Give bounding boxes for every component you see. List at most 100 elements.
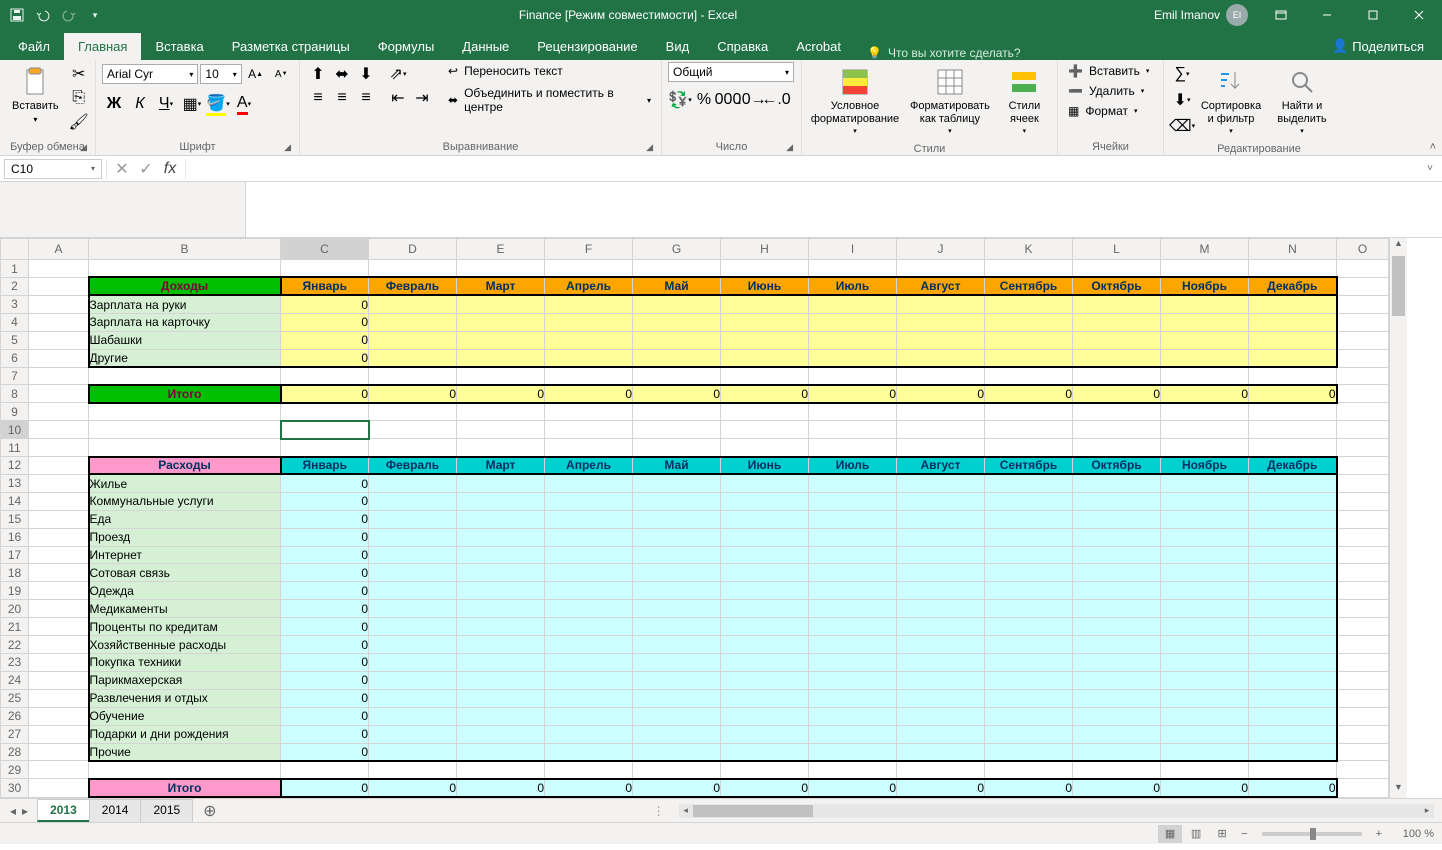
cell-F27[interactable] [545,725,633,743]
cell-I11[interactable] [809,439,897,457]
cell-N27[interactable] [1249,725,1337,743]
row-header-2[interactable]: 2 [1,277,29,295]
cell-I26[interactable] [809,707,897,725]
cell-A20[interactable] [29,600,89,618]
cell-H26[interactable] [721,707,809,725]
cell-I12[interactable]: Июль [809,457,897,475]
cell-B15[interactable]: Еда [89,510,281,528]
select-all-corner[interactable] [1,239,29,260]
cell-M29[interactable] [1161,761,1249,779]
cell-B1[interactable] [89,260,281,278]
save-icon[interactable] [8,6,26,24]
cell-M15[interactable] [1161,510,1249,528]
cell-K2[interactable]: Сентябрь [985,277,1073,295]
cell-K3[interactable] [985,295,1073,313]
cell-E20[interactable] [457,600,545,618]
cell-M5[interactable] [1161,331,1249,349]
cell-M4[interactable] [1161,313,1249,331]
col-header-J[interactable]: J [897,239,985,260]
cell-F30[interactable]: 0 [545,779,633,797]
cell-H7[interactable] [721,367,809,385]
cell-O25[interactable] [1337,689,1389,707]
cell-N22[interactable] [1249,636,1337,654]
cell-I7[interactable] [809,367,897,385]
cell-C14[interactable]: 0 [281,492,369,510]
collapse-ribbon-icon[interactable]: ˄ [1430,141,1436,153]
align-left-icon[interactable]: ≡ [307,87,329,109]
number-launcher-icon[interactable]: ◢ [786,142,793,153]
cell-J4[interactable] [897,313,985,331]
cell-L16[interactable] [1073,528,1161,546]
cell-L3[interactable] [1073,295,1161,313]
cell-O10[interactable] [1337,421,1389,439]
cell-A19[interactable] [29,582,89,600]
cell-K20[interactable] [985,600,1073,618]
cell-C12[interactable]: Январь [281,457,369,475]
tab-home[interactable]: Главная [64,33,141,60]
cell-G2[interactable]: Май [633,277,721,295]
cell-L25[interactable] [1073,689,1161,707]
cell-E26[interactable] [457,707,545,725]
cell-G13[interactable] [633,474,721,492]
cell-E22[interactable] [457,636,545,654]
clipboard-launcher-icon[interactable]: ◢ [80,142,87,153]
cell-F28[interactable] [545,743,633,761]
cell-K28[interactable] [985,743,1073,761]
cell-L30[interactable]: 0 [1073,779,1161,797]
cell-L7[interactable] [1073,367,1161,385]
cell-I17[interactable] [809,546,897,564]
sheet-tab-2015[interactable]: 2015 [140,799,193,822]
cell-O2[interactable] [1337,277,1389,295]
cell-F3[interactable] [545,295,633,313]
cell-H1[interactable] [721,260,809,278]
row-header-29[interactable]: 29 [1,761,29,779]
cell-J17[interactable] [897,546,985,564]
cell-C22[interactable]: 0 [281,636,369,654]
cell-L23[interactable] [1073,654,1161,672]
cell-J14[interactable] [897,492,985,510]
cell-O3[interactable] [1337,295,1389,313]
cell-E5[interactable] [457,331,545,349]
cell-E9[interactable] [457,403,545,421]
cell-J20[interactable] [897,600,985,618]
cell-C26[interactable]: 0 [281,707,369,725]
col-header-L[interactable]: L [1073,239,1161,260]
add-sheet-icon[interactable]: ⊕ [193,801,226,821]
cell-J29[interactable] [897,761,985,779]
cell-E14[interactable] [457,492,545,510]
cell-A21[interactable] [29,618,89,636]
cell-G29[interactable] [633,761,721,779]
cell-H2[interactable]: Июнь [721,277,809,295]
cell-E6[interactable] [457,349,545,367]
cell-K22[interactable] [985,636,1073,654]
cell-I25[interactable] [809,689,897,707]
cell-C6[interactable]: 0 [281,349,369,367]
enter-formula-icon[interactable]: ✓ [135,159,157,179]
cell-K8[interactable]: 0 [985,385,1073,403]
cell-N2[interactable]: Декабрь [1249,277,1337,295]
cell-C24[interactable]: 0 [281,671,369,689]
accounting-icon[interactable]: 💱▾ [669,89,691,111]
fill-color-icon[interactable]: 🪣▾ [207,93,229,115]
cell-G11[interactable] [633,439,721,457]
cell-A6[interactable] [29,349,89,367]
cell-B10[interactable] [89,421,281,439]
cell-I15[interactable] [809,510,897,528]
cell-A30[interactable] [29,779,89,797]
cell-E18[interactable] [457,564,545,582]
cell-N18[interactable] [1249,564,1337,582]
cell-M18[interactable] [1161,564,1249,582]
row-header-11[interactable]: 11 [1,439,29,457]
cell-E8[interactable]: 0 [457,385,545,403]
cell-N5[interactable] [1249,331,1337,349]
cell-D15[interactable] [369,510,457,528]
minimize-icon[interactable] [1304,0,1350,30]
cell-O14[interactable] [1337,492,1389,510]
cell-G8[interactable]: 0 [633,385,721,403]
cell-I1[interactable] [809,260,897,278]
cell-B16[interactable]: Проезд [89,528,281,546]
increase-indent-icon[interactable]: ⇥ [411,87,433,109]
increase-decimal-icon[interactable]: .0→ [741,89,763,111]
cell-M3[interactable] [1161,295,1249,313]
col-header-A[interactable]: A [29,239,89,260]
